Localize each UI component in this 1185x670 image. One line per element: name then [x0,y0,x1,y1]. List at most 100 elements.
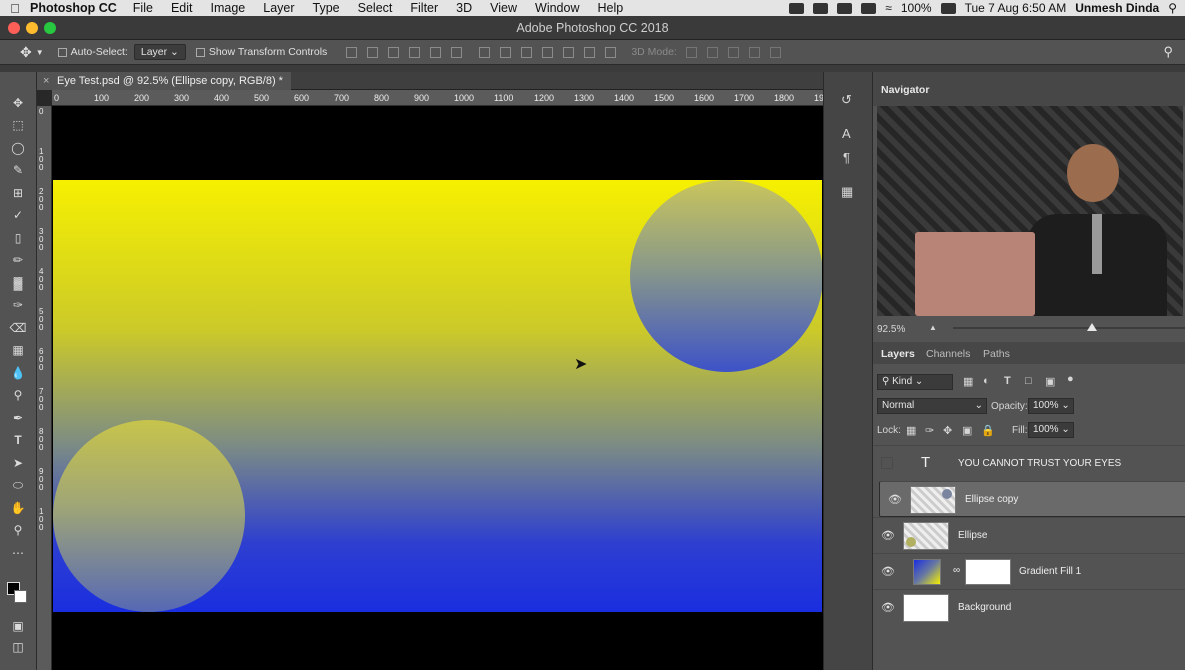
pen-tool-icon[interactable]: ✒ [9,409,27,427]
eye-icon[interactable]: 👁 [888,493,902,506]
chevron-down-icon[interactable]: ▼ [36,48,44,57]
zoom-tool-icon[interactable]: ⚲ [9,521,27,539]
maximize-window-icon[interactable] [44,22,56,34]
navigator-preview[interactable] [877,106,1183,316]
auto-select-dropdown[interactable]: Layer ⌄ [133,44,186,60]
distribute-vcenter-icon[interactable] [500,46,512,58]
menu-help[interactable]: Help [598,1,624,15]
app-name-menu[interactable]: Photoshop CC [30,1,117,15]
auto-align-icon[interactable] [605,46,617,58]
healing-brush-tool-icon[interactable]: ▯ [9,229,27,247]
eyedropper-tool-icon[interactable]: ✓ [9,206,27,224]
background-color-swatch[interactable] [14,590,27,603]
menu-filter[interactable]: Filter [410,1,438,15]
horizontal-ruler[interactable]: 0 100 200 300 400 500 600 700 800 900 1000 1100 1200… [52,90,824,106]
3d-scale-icon[interactable] [769,46,781,58]
vertical-ruler[interactable]: 0 1 0 0 2 0 0 3 0 0 4 0 0 5 0 0 6 0 0 7 0 0 8 0 … [37,106,52,670]
eye-icon[interactable]: 👁 [881,529,895,542]
clock[interactable]: Tue 7 Aug 6:50 AM [965,1,1067,15]
menu-type[interactable]: Type [313,1,340,15]
battery-percent[interactable]: 100% [901,1,932,15]
filter-smart-object-icon[interactable]: ▣ [1045,375,1055,388]
layer-filter-dropdown[interactable]: ⚲ Kind ⌄ [877,374,953,390]
minimize-window-icon[interactable] [26,22,38,34]
3d-pan-icon[interactable] [727,46,739,58]
fill-field[interactable]: 100% ⌄ [1028,422,1074,438]
menu-3d[interactable]: 3D [456,1,472,15]
ellipse-copy-shape[interactable] [630,180,822,372]
status-cloud-icon[interactable] [837,2,853,14]
filter-shape-icon[interactable]: □ [1025,375,1032,387]
clone-stamp-tool-icon[interactable]: ▓ [9,274,27,292]
ellipse-shape[interactable] [53,420,245,612]
filter-adjustment-icon[interactable]: ◐ [983,375,990,387]
tab-paths[interactable]: Paths [983,348,1010,360]
lock-image-icon[interactable]: ✑ [925,424,934,437]
wifi-icon[interactable]: ≈ [885,1,892,15]
menu-select[interactable]: Select [358,1,393,15]
lock-all-icon[interactable]: 🔒 [981,424,995,437]
menu-image[interactable]: Image [211,1,246,15]
3d-slide-icon[interactable] [748,46,760,58]
link-chain-icon[interactable]: ∞ [953,565,960,576]
zoom-out-icon[interactable]: ▲ [929,323,937,332]
align-top-icon[interactable] [346,46,358,58]
close-window-icon[interactable] [8,22,20,34]
blur-tool-icon[interactable]: 💧 [9,364,27,382]
hand-tool-icon[interactable]: ✋ [9,499,27,517]
layer-row-gradient-fill[interactable]: 👁 ∞ Gradient Fill 1 [873,553,1185,589]
auto-select-checkbox[interactable]: Auto-Select: [57,46,128,58]
quick-mask-icon[interactable]: ▣ [9,617,27,635]
eye-icon[interactable]: 👁 [881,565,895,578]
lock-transparency-icon[interactable]: ▦ [906,424,916,437]
lasso-tool-icon[interactable]: ◯ [9,139,27,157]
navigator-zoom-slider[interactable] [953,323,1185,331]
type-tool-icon[interactable]: T [9,431,27,449]
lock-position-icon[interactable]: ✥ [943,424,952,437]
dodge-tool-icon[interactable]: ⚲ [9,386,27,404]
layer-row-background[interactable]: 👁 Background [873,589,1185,625]
3d-orbit-icon[interactable] [685,46,697,58]
distribute-bottom-icon[interactable] [521,46,533,58]
distribute-top-icon[interactable] [479,46,491,58]
layer-row-text[interactable]: T YOU CANNOT TRUST YOUR EYES [873,445,1185,481]
more-tools-icon[interactable]: ⋯ [9,544,27,562]
layer-row-ellipse[interactable]: 👁 Ellipse [873,517,1185,553]
show-transform-checkbox[interactable]: Show Transform Controls [195,46,327,58]
distribute-hcenter-icon[interactable] [563,46,575,58]
3d-roll-icon[interactable] [706,46,718,58]
align-bottom-icon[interactable] [388,46,400,58]
battery-icon[interactable] [940,2,956,14]
status-time-machine-icon[interactable] [861,2,877,14]
status-screen-icon[interactable] [813,2,829,14]
menu-edit[interactable]: Edit [171,1,193,15]
paragraph-panel-icon[interactable]: ¶ [843,150,850,165]
zoom-slider-thumb[interactable] [1087,323,1098,331]
history-panel-icon[interactable]: ↺ [841,92,852,108]
lock-artboard-icon[interactable]: ▣ [962,424,972,437]
menu-window[interactable]: Window [535,1,579,15]
filter-type-icon[interactable]: T [1004,375,1011,387]
layer-mask-thumbnail[interactable] [965,559,1011,585]
filter-pixel-icon[interactable]: ▦ [963,375,973,388]
tab-channels[interactable]: Channels [926,348,970,360]
quick-select-tool-icon[interactable]: ✎ [9,161,27,179]
align-hcenter-icon[interactable] [430,46,442,58]
eraser-tool-icon[interactable]: ⌫ [9,319,27,337]
menu-view[interactable]: View [490,1,517,15]
align-right-icon[interactable] [451,46,463,58]
blend-mode-dropdown[interactable]: Normal ⌄ [877,398,987,414]
marquee-tool-icon[interactable]: ⬚ [9,116,27,134]
history-brush-tool-icon[interactable]: ✑ [9,296,27,314]
align-left-icon[interactable] [409,46,421,58]
spotlight-search-icon[interactable]: ⚲ [1168,1,1177,15]
crop-tool-icon[interactable]: ⊞ [9,184,27,202]
status-app-icon[interactable] [789,2,805,14]
path-selection-tool-icon[interactable]: ➤ [9,454,27,472]
gradient-tool-icon[interactable]: ▦ [9,341,27,359]
document-canvas[interactable]: ➤ [52,106,823,670]
menu-layer[interactable]: Layer [263,1,294,15]
opacity-field[interactable]: 100% ⌄ [1028,398,1074,414]
search-icon[interactable]: ⚲ [1163,44,1173,60]
tab-layers[interactable]: Layers [881,348,915,360]
